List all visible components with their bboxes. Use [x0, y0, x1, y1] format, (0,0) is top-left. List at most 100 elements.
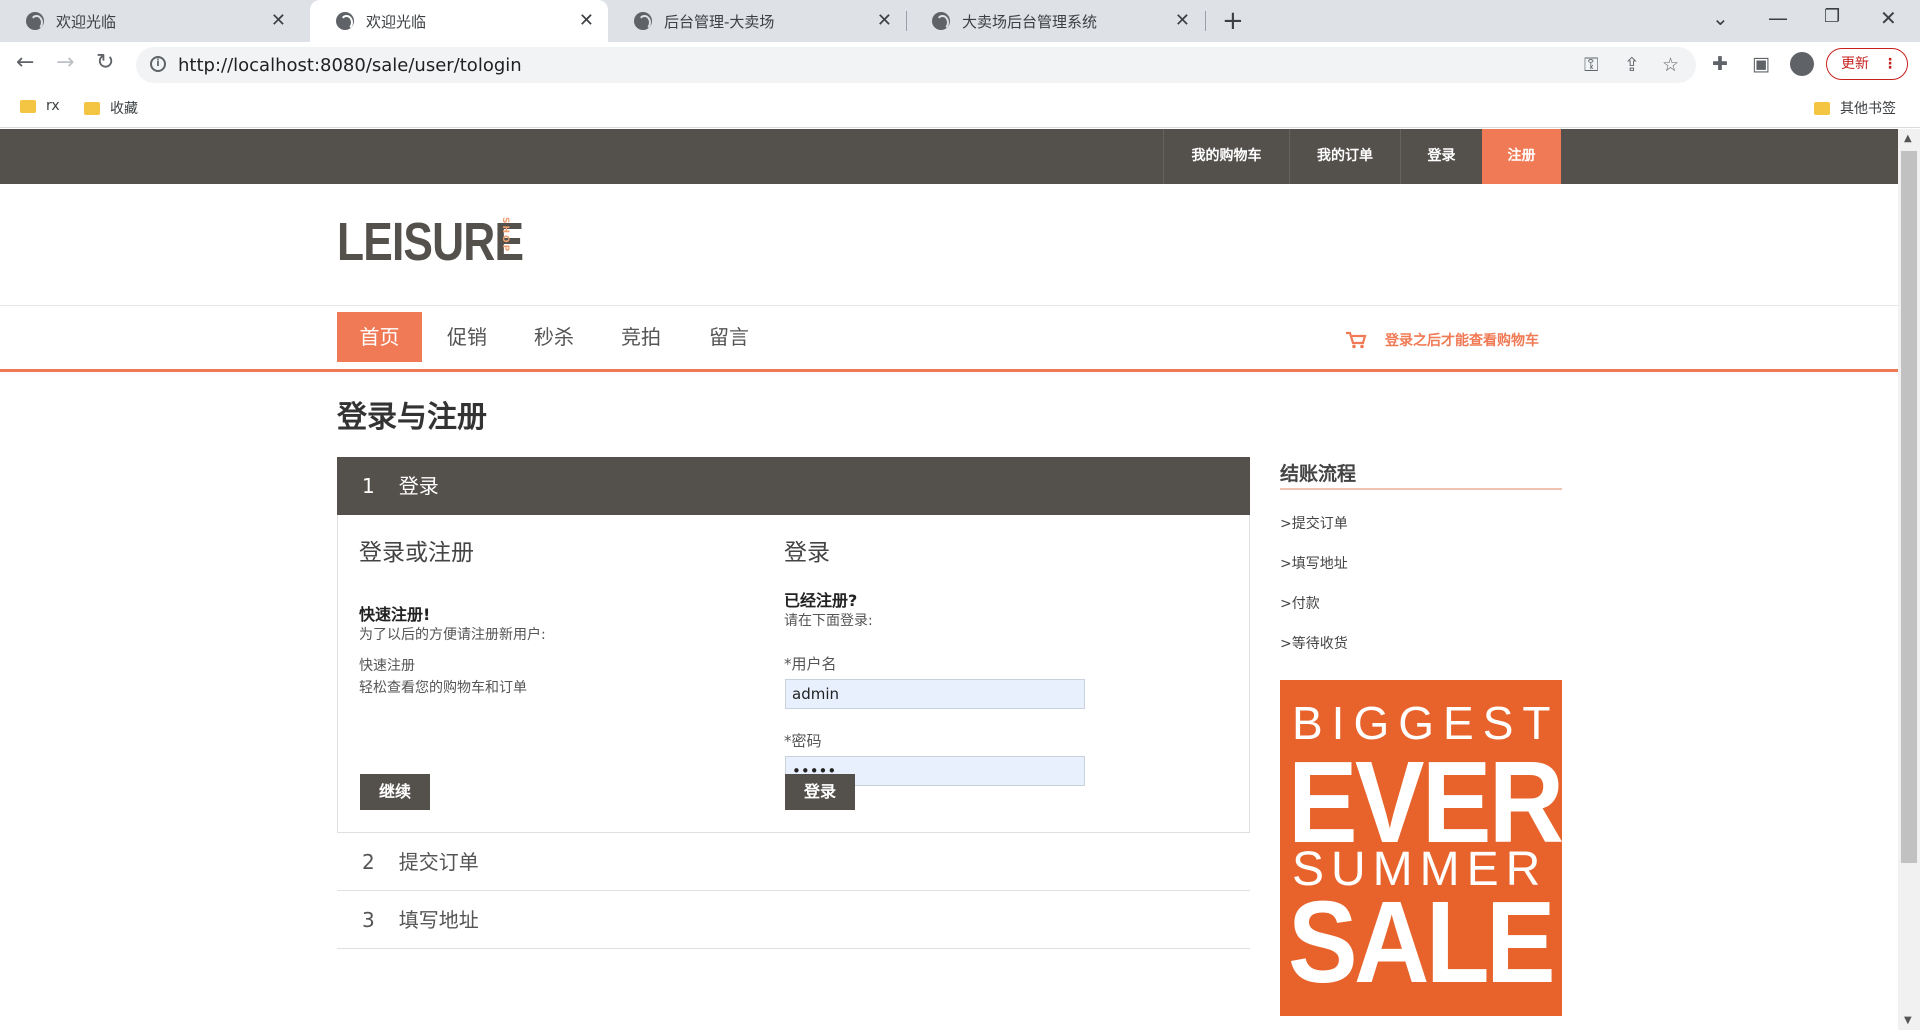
step-number: 2	[362, 850, 375, 874]
bookmark-label: 其他书签	[1840, 101, 1896, 117]
cart-icon	[1345, 331, 1367, 349]
ad-line: SALE	[1288, 877, 1556, 1007]
site-info-icon[interactable]: i	[150, 56, 166, 72]
flow-item[interactable]: >付款	[1280, 593, 1320, 613]
close-icon[interactable]: ✕	[271, 10, 286, 31]
share-icon[interactable]: ⇪	[1624, 54, 1640, 76]
sidebar-divider	[1280, 488, 1562, 490]
address-bar[interactable]: i http://localhost:8080/sale/user/tologi…	[136, 47, 1696, 83]
globe-icon	[336, 12, 354, 30]
browser-tab-bar: 欢迎光临 ✕ 欢迎光临 ✕ 后台管理-大卖场 ✕ 大卖场后台管理系统 ✕ + ⌄…	[0, 0, 1920, 42]
top-bar: 我的购物车 我的订单 登录 注册	[0, 129, 1898, 184]
continue-button[interactable]: 继续	[360, 774, 430, 810]
step-number: 3	[362, 908, 375, 932]
new-tab-icon[interactable]: +	[1222, 6, 1244, 36]
minimize-icon[interactable]: —	[1768, 6, 1788, 30]
username-label: *用户名	[784, 655, 837, 673]
browser-tab[interactable]: 后台管理-大卖场 ✕	[608, 0, 906, 42]
step-fill-address[interactable]: 3 填写地址	[337, 891, 1250, 949]
logo-sub: SHOP	[500, 217, 510, 254]
flow-item[interactable]: >提交订单	[1280, 513, 1348, 533]
step-label: 登录	[398, 474, 439, 498]
step-label: 提交订单	[398, 850, 479, 874]
globe-icon	[26, 12, 44, 30]
back-icon[interactable]: ←	[16, 50, 34, 75]
step-login-body: 登录或注册 快速注册! 为了以后的方便请注册新用户: 快速注册 轻松查看您的购物…	[337, 515, 1250, 833]
register-link[interactable]: 注册	[1482, 129, 1561, 184]
globe-icon	[634, 12, 652, 30]
bookmark-folder[interactable]: rx	[20, 98, 60, 114]
flow-item[interactable]: >等待收货	[1280, 633, 1348, 653]
step-number: 1	[362, 474, 375, 498]
my-orders-link[interactable]: 我的订单	[1289, 129, 1400, 184]
step-label: 填写地址	[398, 908, 479, 932]
update-label: 更新	[1841, 56, 1869, 72]
star-icon[interactable]: ☆	[1662, 54, 1679, 76]
register-benefit: 轻松查看您的购物车和订单	[359, 680, 527, 696]
url-text[interactable]: http://localhost:8080/sale/user/tologin	[178, 55, 522, 76]
scroll-down-icon[interactable]: ▼	[1904, 1015, 1912, 1026]
restore-icon[interactable]: ❐	[1824, 6, 1840, 27]
other-bookmarks[interactable]: 其他书签	[1814, 98, 1896, 118]
quick-register-title: 快速注册!	[359, 605, 431, 624]
close-icon[interactable]: ✕	[1175, 10, 1190, 31]
bookmark-label: rx	[46, 98, 60, 114]
update-button[interactable]: 更新 ⋮	[1826, 48, 1908, 80]
registered-title: 已经注册?	[784, 591, 858, 610]
bookmark-folder[interactable]: 收藏	[84, 98, 138, 118]
browser-tab-active[interactable]: 欢迎光临 ✕	[310, 0, 608, 42]
quick-register-desc: 为了以后的方便请注册新用户:	[359, 627, 546, 643]
tab-title: 欢迎光临	[56, 12, 117, 31]
nav-auction[interactable]: 竞拍	[611, 312, 671, 362]
tab-title: 欢迎光临	[366, 12, 427, 31]
login-column-title: 登录	[784, 540, 830, 566]
nav-messages[interactable]: 留言	[699, 312, 759, 362]
folder-icon	[20, 99, 36, 113]
register-benefit: 快速注册	[359, 658, 415, 674]
nav-flash-sale[interactable]: 秒杀	[524, 312, 584, 362]
bookmark-label: 收藏	[110, 101, 138, 117]
my-cart-link[interactable]: 我的购物车	[1163, 129, 1289, 184]
nav-home[interactable]: 首页	[337, 312, 422, 362]
bookmarks-bar: rx 收藏 其他书签	[0, 88, 1920, 128]
close-icon[interactable]: ✕	[877, 10, 892, 31]
step-submit-order[interactable]: 2 提交订单	[337, 833, 1250, 891]
folder-icon	[84, 101, 100, 115]
summer-sale-banner[interactable]: BIGGEST EVER SUMMER SALE	[1280, 680, 1562, 1016]
key-icon[interactable]: ⚿	[1584, 54, 1598, 76]
close-icon[interactable]: ✕	[579, 10, 594, 31]
profile-avatar[interactable]	[1790, 52, 1814, 76]
login-instruction: 请在下面登录:	[784, 613, 873, 629]
extensions-icon[interactable]: ✚	[1712, 53, 1728, 75]
browser-tab[interactable]: 欢迎光临 ✕	[0, 0, 300, 42]
password-label: *密码	[784, 732, 822, 750]
page-scrollbar[interactable]: ▲ ▼	[1898, 129, 1920, 1030]
tab-title: 后台管理-大卖场	[664, 12, 775, 31]
cart-notice[interactable]: 登录之后才能查看购物车	[1345, 330, 1539, 350]
reload-icon[interactable]: ↻	[96, 50, 114, 75]
login-button[interactable]: 登录	[785, 774, 855, 810]
checkout-flow-title: 结账流程	[1280, 463, 1357, 485]
globe-icon	[932, 12, 950, 30]
folder-icon	[1814, 101, 1830, 115]
step-login-header[interactable]: 1 登录	[337, 457, 1250, 515]
flow-item[interactable]: >填写地址	[1280, 553, 1348, 573]
username-input[interactable]: admin	[785, 679, 1085, 709]
window-close-icon[interactable]: ✕	[1880, 6, 1897, 30]
page-viewport: 我的购物车 我的订单 登录 注册 LEISURE SHOP 首页 促销 秒杀 竞…	[0, 129, 1898, 1030]
page-title: 登录与注册	[337, 400, 487, 435]
scrollbar-thumb[interactable]	[1901, 151, 1917, 863]
login-link[interactable]: 登录	[1400, 129, 1482, 184]
nav-promotion[interactable]: 促销	[437, 312, 497, 362]
browser-tab[interactable]: 大卖场后台管理系统 ✕	[906, 0, 1204, 42]
scroll-up-icon[interactable]: ▲	[1904, 133, 1912, 144]
menu-icon[interactable]: ⋮	[1883, 49, 1897, 79]
side-panel-icon[interactable]: ▣	[1752, 53, 1770, 75]
forward-icon[interactable]: →	[56, 50, 74, 75]
register-column-title: 登录或注册	[359, 540, 474, 566]
browser-toolbar: ← → ↻ i http://localhost:8080/sale/user/…	[0, 42, 1920, 88]
main-nav: 首页 促销 秒杀 竞拍 留言 登录之后才能查看购物车	[0, 306, 1898, 372]
site-logo[interactable]: LEISURE	[337, 211, 524, 273]
tab-search-icon[interactable]: ⌄	[1712, 6, 1729, 30]
tab-separator	[1205, 11, 1206, 31]
